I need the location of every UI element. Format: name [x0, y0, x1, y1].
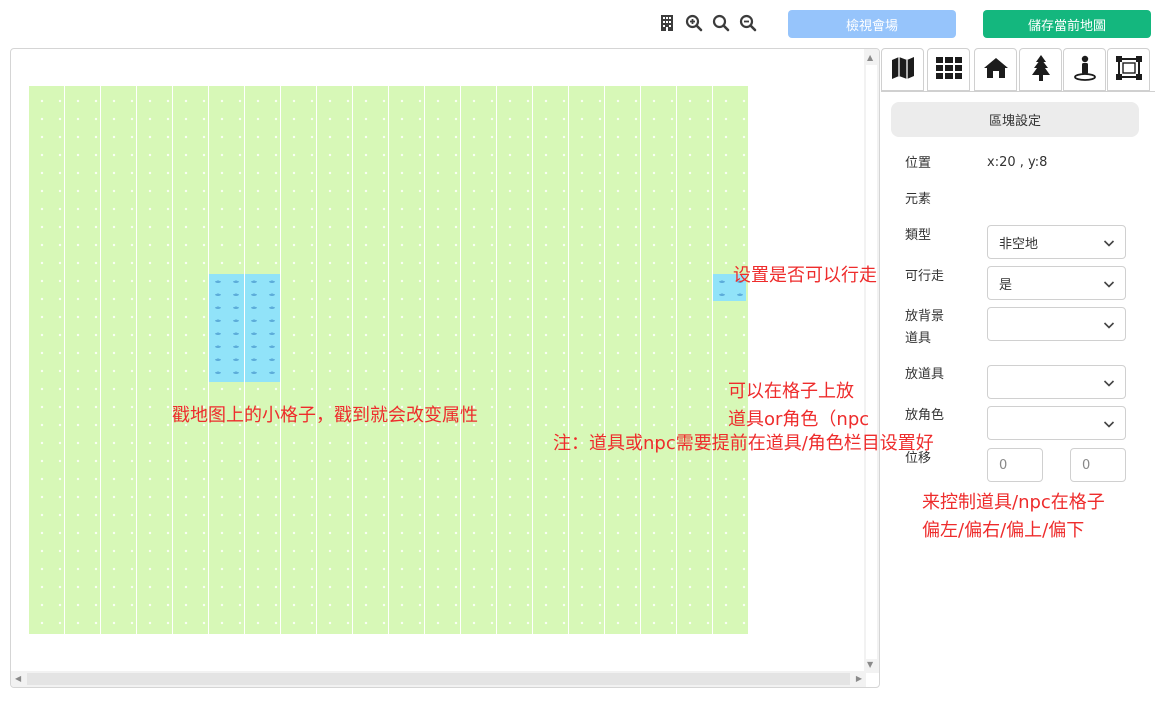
element-label: 元素	[905, 192, 932, 207]
walkable-annotation: 设置是否可以行走	[733, 265, 877, 286]
tab-character[interactable]	[1063, 48, 1106, 91]
scroll-up-arrow-icon[interactable]: ▲	[867, 54, 873, 62]
place-annotation-line2: 道具or角色（npc	[728, 409, 870, 430]
map-tile-column[interactable]	[425, 86, 460, 634]
scroll-right-arrow-icon[interactable]: ▶	[856, 675, 862, 683]
select-frame-icon	[1115, 55, 1143, 85]
vertical-scroll-thumb[interactable]	[866, 65, 877, 659]
chevron-down-icon	[1103, 237, 1115, 252]
chevron-down-icon	[1103, 278, 1115, 293]
block-settings-header[interactable]: 區塊設定	[891, 102, 1139, 137]
character-label: 放角色	[905, 408, 945, 423]
save-map-button[interactable]: 儲存當前地圖	[983, 10, 1151, 38]
map-tile-column[interactable]	[533, 86, 568, 634]
search-icon[interactable]	[711, 12, 731, 34]
tab-tree[interactable]	[1019, 48, 1062, 91]
map-tile-column[interactable]	[101, 86, 136, 634]
person-pin-icon	[1073, 55, 1097, 85]
chevron-down-icon	[1103, 319, 1115, 334]
vertical-scrollbar[interactable]: ▲ ▼	[864, 49, 879, 673]
chevron-down-icon	[1103, 418, 1115, 433]
horizontal-scroll-thumb[interactable]	[27, 673, 850, 685]
map-tile-column[interactable]	[281, 86, 316, 634]
map-tile-column[interactable]	[497, 86, 532, 634]
water-tile[interactable]	[209, 274, 244, 382]
item-label: 放道具	[905, 367, 945, 382]
zoom-out-icon[interactable]	[738, 12, 758, 34]
map-tile-column[interactable]	[65, 86, 100, 634]
offset-annotation-line2: 偏左/偏右/偏上/偏下	[922, 520, 1085, 541]
tab-building[interactable]	[974, 48, 1017, 91]
scroll-left-arrow-icon[interactable]: ◀	[15, 675, 21, 683]
map-tile-column[interactable]	[677, 86, 712, 634]
map-tile-column[interactable]	[353, 86, 388, 634]
map-tile-column[interactable]	[605, 86, 640, 634]
scroll-down-arrow-icon[interactable]: ▼	[867, 661, 873, 669]
character-select[interactable]	[987, 406, 1126, 440]
walkable-label: 可行走	[905, 269, 945, 284]
position-value: x:20 , y:8	[987, 155, 1048, 170]
map-tile-column[interactable]	[461, 86, 496, 634]
map-tile-column[interactable]	[713, 86, 748, 634]
background-item-label-line2: 道具	[905, 331, 932, 346]
map-tile-column[interactable]	[317, 86, 352, 634]
background-item-select[interactable]	[987, 307, 1126, 341]
chevron-down-icon	[1103, 377, 1115, 392]
place-annotation-line1: 可以在格子上放	[728, 381, 854, 402]
tab-map[interactable]	[881, 48, 924, 91]
prerequisite-annotation: 注：道具或npc需要提前在道具/角色栏目设置好	[553, 433, 934, 454]
position-label: 位置	[905, 156, 932, 171]
type-label: 類型	[905, 228, 932, 243]
item-select[interactable]	[987, 365, 1126, 399]
type-select-value: 非空地	[999, 236, 1039, 252]
tool-tabs	[881, 48, 1157, 92]
zoom-in-icon[interactable]	[684, 12, 704, 34]
map-tile-column[interactable]	[137, 86, 172, 634]
map-tile-column[interactable]	[569, 86, 604, 634]
map-tile-column[interactable]	[173, 86, 208, 634]
offset-y-input[interactable]: 0	[1070, 448, 1126, 482]
offset-x-input[interactable]: 0	[987, 448, 1043, 482]
tab-grid[interactable]	[927, 48, 970, 91]
grid-icon	[935, 56, 962, 83]
horizontal-scrollbar[interactable]: ◀ ▶	[11, 671, 866, 687]
tab-select[interactable]	[1107, 48, 1150, 91]
walkable-select[interactable]: 是	[987, 266, 1126, 300]
map-tile-column[interactable]	[389, 86, 424, 634]
map-canvas-panel: ▲ ▼ ◀ ▶	[10, 48, 880, 688]
tree-icon	[1030, 54, 1052, 85]
background-item-label: 放背景	[905, 309, 945, 324]
map-tile-column[interactable]	[29, 86, 64, 634]
map-tile-column[interactable]	[641, 86, 676, 634]
water-tile[interactable]	[245, 274, 280, 382]
walkable-select-value: 是	[999, 277, 1013, 293]
top-toolbar: 檢視會場 儲存當前地圖	[0, 0, 1172, 46]
grid-annotation: 戳地图上的小格子，戳到就会改变属性	[172, 405, 478, 426]
tabs-divider	[881, 91, 1155, 92]
map-grid[interactable]	[29, 86, 749, 634]
view-venue-button[interactable]: 檢視會場	[788, 10, 956, 38]
map-icon	[890, 55, 916, 85]
type-select[interactable]: 非空地	[987, 225, 1126, 259]
home-icon	[983, 57, 1009, 83]
building-icon[interactable]	[657, 12, 677, 34]
offset-annotation-line1: 来控制道具/npc在格子	[922, 492, 1105, 513]
